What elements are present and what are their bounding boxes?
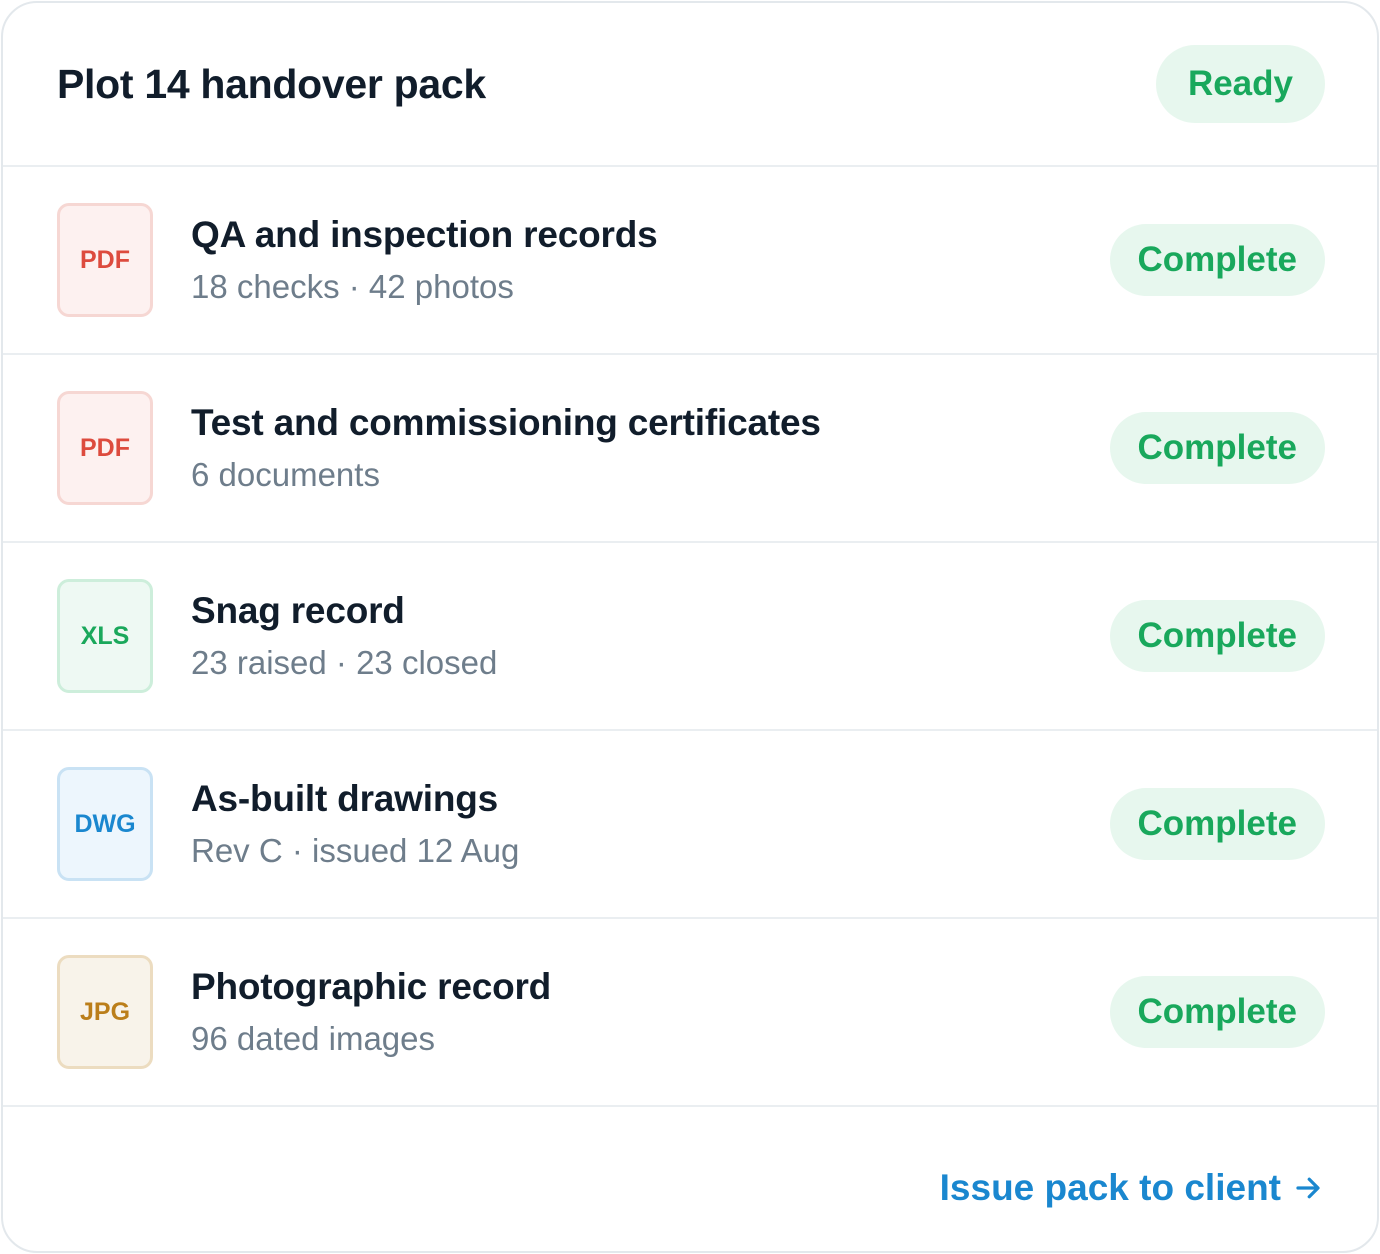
- page-title: Plot 14 handover pack: [57, 60, 486, 107]
- item-subtitle: 23 raised · 23 closed: [191, 644, 498, 682]
- list-item-snag-record[interactable]: XLS Snag record 23 raised · 23 closed Co…: [3, 543, 1377, 731]
- item-info: Test and commissioning certificates 6 do…: [191, 402, 1110, 494]
- item-title: QA and inspection records: [191, 213, 658, 255]
- list-item-as-built-drawings[interactable]: DWG As-built drawings Rev C · issued 12 …: [3, 731, 1377, 919]
- item-title: Photographic record: [191, 965, 552, 1007]
- list-item-test-certificates[interactable]: PDF Test and commissioning certificates …: [3, 355, 1377, 543]
- item-info: Snag record 23 raised · 23 closed: [191, 590, 1110, 682]
- arrow-right-icon: [1296, 1177, 1320, 1199]
- item-subtitle: 18 checks · 42 photos: [191, 268, 514, 306]
- xls-file-icon: XLS: [57, 579, 153, 693]
- card-footer: Issue pack to client: [3, 1107, 1377, 1245]
- pdf-file-icon: PDF: [57, 391, 153, 505]
- jpg-file-icon: JPG: [57, 955, 153, 1069]
- item-subtitle: Rev C · issued 12 Aug: [191, 832, 520, 870]
- handover-pack-card: Plot 14 handover pack Ready PDF QA and i…: [1, 1, 1379, 1253]
- item-info: Photographic record 96 dated images: [191, 966, 1110, 1058]
- item-title: As-built drawings: [191, 777, 498, 819]
- status-badge: Complete: [1109, 976, 1325, 1048]
- card-header: Plot 14 handover pack Ready: [3, 3, 1377, 167]
- status-badge: Complete: [1109, 600, 1325, 672]
- status-badge: Complete: [1109, 412, 1325, 484]
- item-title: Test and commissioning certificates: [191, 401, 821, 443]
- list-item-qa-records[interactable]: PDF QA and inspection records 18 checks …: [3, 167, 1377, 355]
- issue-pack-label: Issue pack to client: [939, 1167, 1281, 1208]
- item-subtitle: 96 dated images: [191, 1020, 436, 1058]
- status-badge: Ready: [1155, 45, 1325, 123]
- dwg-file-icon: DWG: [57, 767, 153, 881]
- item-subtitle: 6 documents: [191, 456, 380, 494]
- issue-pack-link[interactable]: Issue pack to client: [940, 1167, 1323, 1209]
- item-title: Snag record: [191, 589, 405, 631]
- status-badge: Complete: [1109, 224, 1325, 296]
- list-item-photographic-record[interactable]: JPG Photographic record 96 dated images …: [3, 919, 1377, 1107]
- item-info: As-built drawings Rev C · issued 12 Aug: [191, 778, 1110, 870]
- status-badge: Complete: [1109, 788, 1325, 860]
- pdf-file-icon: PDF: [57, 203, 153, 317]
- item-info: QA and inspection records 18 checks · 42…: [191, 214, 1110, 306]
